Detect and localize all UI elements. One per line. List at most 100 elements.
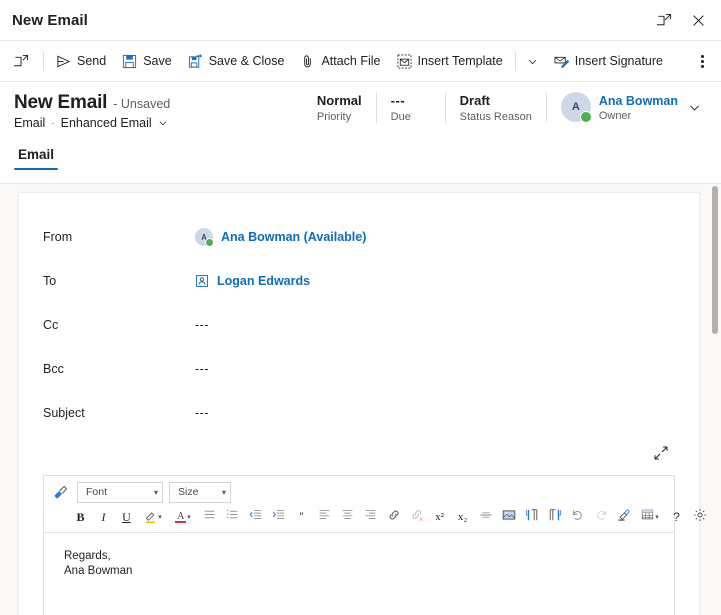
presence-available-icon (579, 111, 592, 123)
chevron-down-icon[interactable] (158, 118, 168, 128)
email-body-editor[interactable]: Regards, Ana Bowman (44, 533, 674, 615)
subscript-button[interactable]: x₂ (452, 507, 473, 528)
save-and-close-icon (188, 53, 203, 69)
insert-template-button[interactable]: Insert Template (389, 45, 511, 77)
help-button[interactable]: ? (666, 507, 687, 528)
undo-icon (571, 508, 585, 527)
scrollbar-thumb[interactable] (712, 186, 718, 334)
page-title: New Email (14, 92, 108, 113)
editor-settings-button[interactable] (689, 507, 710, 528)
chevron-down-icon[interactable] (688, 101, 701, 114)
editor-toolbar-row-2: B I U ▾ A ▾ ” x² x₂ ▾ ? (50, 505, 706, 529)
close-icon[interactable] (683, 6, 713, 34)
field-row-subject: Subject --- (19, 391, 699, 435)
header-field-priority[interactable]: Normal Priority (303, 92, 376, 123)
email-fields: From A Ana Bowman (Available) To Logan E… (19, 193, 699, 435)
save-icon (122, 54, 137, 69)
template-divider (514, 51, 516, 71)
record-header-fields: Normal Priority --- Due Draft Status Rea… (303, 92, 707, 123)
form-canvas: From A Ana Bowman (Available) To Logan E… (0, 183, 721, 615)
link-icon (387, 508, 401, 527)
undo-button[interactable] (567, 507, 588, 528)
tab-strip: Email (0, 134, 721, 170)
cc-value[interactable]: --- (195, 318, 209, 332)
tab-email[interactable]: Email (14, 147, 59, 170)
insert-image-button[interactable] (498, 507, 519, 528)
save-and-close-button[interactable]: Save & Close (180, 45, 293, 77)
font-size-select[interactable]: Size ▾ (169, 481, 231, 503)
expand-diagonal-icon[interactable] (649, 441, 673, 465)
form-selector[interactable]: Enhanced Email (61, 116, 152, 130)
align-left-icon (318, 508, 331, 526)
editor-toolbar-row-1: Font ▾ Size ▾ (50, 480, 668, 504)
ltr-button[interactable] (521, 507, 542, 528)
to-contact-link[interactable]: Logan Edwards (217, 274, 310, 288)
bulleted-list-button[interactable] (199, 507, 220, 528)
from-value[interactable]: A Ana Bowman (Available) (195, 228, 366, 247)
new-window-icon[interactable] (4, 45, 39, 77)
font-color-button[interactable]: A ▾ (169, 507, 197, 528)
insert-link-button[interactable] (383, 507, 404, 528)
vertical-scrollbar[interactable] (709, 184, 721, 615)
from-person-link[interactable]: Ana Bowman (Available) (221, 230, 366, 244)
font-family-select[interactable]: Font ▾ (77, 481, 163, 503)
clear-formatting-button[interactable] (613, 507, 634, 528)
align-center-button[interactable] (337, 507, 358, 528)
font-family-value: Font (86, 486, 108, 498)
chevron-down-icon[interactable] (520, 45, 546, 77)
more-options-icon[interactable] (687, 45, 717, 77)
rtl-button[interactable] (544, 507, 565, 528)
owner-name[interactable]: Ana Bowman (599, 93, 678, 109)
blockquote-glyph: ” (299, 510, 304, 524)
avatar: A (195, 228, 214, 247)
insert-signature-button[interactable]: Insert Signature (546, 45, 671, 77)
superscript-button[interactable]: x² (429, 507, 450, 528)
editor-toolbar: Font ▾ Size ▾ B I U ▾ A ▾ ” x² x₂ ▾ ? (44, 476, 706, 533)
decrease-indent-button[interactable] (245, 507, 266, 528)
subject-empty-value: --- (195, 406, 209, 420)
chevron-down-icon: ▾ (158, 514, 162, 521)
bcc-value[interactable]: --- (195, 362, 209, 376)
command-bar: Send Save Save & Close Attach File Inser… (0, 40, 721, 82)
increase-indent-icon (272, 508, 285, 526)
window-controls (649, 6, 721, 34)
strikethrough-button[interactable] (475, 507, 496, 528)
align-right-button[interactable] (360, 507, 381, 528)
italic-button[interactable]: I (93, 507, 114, 528)
save-and-close-label: Save & Close (208, 54, 285, 68)
blockquote-button[interactable]: ” (291, 507, 312, 528)
subject-value[interactable]: --- (195, 406, 209, 420)
from-label: From (43, 230, 73, 244)
chevron-down-icon: ▾ (221, 487, 226, 497)
new-window-glyph (14, 54, 29, 69)
save-button[interactable]: Save (114, 45, 180, 77)
header-field-status-reason[interactable]: Draft Status Reason (444, 92, 546, 123)
subject-label: Subject (43, 406, 85, 420)
numbered-list-button[interactable] (222, 507, 243, 528)
to-value[interactable]: Logan Edwards (195, 274, 310, 288)
header-field-due[interactable]: --- Due (375, 92, 445, 123)
align-left-button[interactable] (314, 507, 335, 528)
insert-table-button[interactable]: ▾ (636, 507, 664, 528)
align-center-icon (341, 508, 354, 526)
highlight-color-button[interactable]: ▾ (139, 507, 167, 528)
increase-indent-button[interactable] (268, 507, 289, 528)
format-painter-icon[interactable] (50, 482, 71, 503)
bold-button[interactable]: B (70, 507, 91, 528)
redo-button[interactable] (590, 507, 611, 528)
editor-expand-row (19, 435, 699, 465)
send-button[interactable]: Send (48, 45, 114, 77)
rtl-icon (548, 508, 562, 527)
header-field-owner[interactable]: A Ana Bowman Owner (545, 92, 701, 123)
field-row-cc: Cc --- (19, 303, 699, 347)
underline-button[interactable]: U (116, 507, 137, 528)
attach-file-button[interactable]: Attach File (292, 45, 388, 77)
popout-icon[interactable] (649, 6, 679, 34)
bold-glyph: B (76, 509, 85, 524)
priority-label: Priority (316, 111, 352, 123)
redo-icon (594, 508, 608, 527)
font-color-icon: A (175, 510, 187, 523)
record-title-row: New Email - Unsaved (14, 92, 170, 114)
remove-link-button[interactable] (406, 507, 427, 528)
field-row-from: From A Ana Bowman (Available) (19, 215, 699, 259)
